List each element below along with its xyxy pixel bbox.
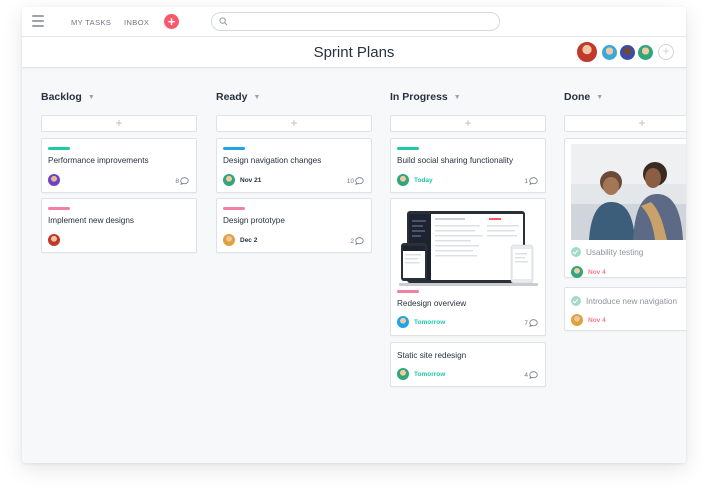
check-icon[interactable] (571, 296, 581, 306)
comment-count: 1 (524, 175, 538, 185)
chevron-down-icon[interactable]: ▼ (254, 94, 261, 101)
tag-pink (48, 207, 70, 210)
tag-pink (223, 207, 245, 210)
avatar (48, 174, 60, 186)
avatar[interactable] (619, 44, 636, 61)
tag-pink (397, 290, 419, 293)
comment-count: 10 (347, 175, 364, 185)
due-date: Nov 4 (588, 317, 606, 324)
task-title: Introduce new navigation (586, 297, 678, 306)
column-ready: Ready ▼ + Design navigation changes Nov 2… (216, 91, 372, 253)
due-date: Dec 2 (240, 237, 258, 244)
chevron-down-icon[interactable]: ▼ (88, 94, 95, 101)
tag-green (397, 147, 419, 150)
nav-my-tasks[interactable]: MY TASKS (71, 18, 111, 27)
comment-icon (529, 319, 538, 327)
add-task-button[interactable]: + (216, 115, 372, 132)
task-card[interactable]: Introduce new navigation Nov 4 (564, 287, 686, 331)
avatar (397, 368, 409, 380)
column-header[interactable]: Ready ▼ (216, 91, 372, 105)
avatar[interactable] (575, 40, 599, 64)
menu-icon[interactable] (32, 15, 44, 27)
due-date: Tomorrow (414, 319, 446, 326)
avatar (397, 316, 409, 328)
comment-icon (529, 177, 538, 185)
comment-count: 8 (175, 175, 189, 185)
comment-icon (529, 371, 538, 379)
task-card[interactable]: Implement new designs (41, 198, 197, 253)
add-member-button[interactable]: + (658, 44, 674, 60)
task-card[interactable]: Design prototype Dec 2 2 (216, 198, 372, 253)
column-title: In Progress (390, 91, 448, 103)
column-header[interactable]: Done ▼ (564, 91, 686, 105)
tag-green (48, 147, 70, 150)
tag-blue (223, 147, 245, 150)
comment-count: 2 (350, 235, 364, 245)
search-input[interactable] (211, 12, 500, 31)
column-title: Backlog (41, 91, 82, 103)
task-card[interactable]: Design navigation changes Nov 21 10 (216, 138, 372, 193)
top-bar: MY TASKS INBOX + (22, 7, 686, 37)
search-icon (219, 17, 228, 26)
avatar (223, 174, 235, 186)
app-screenshot-thumbnail (399, 211, 538, 286)
task-title: Build social sharing functionality (397, 156, 514, 165)
column-title: Ready (216, 91, 248, 103)
nav-inbox[interactable]: INBOX (124, 18, 149, 27)
avatar[interactable] (637, 44, 654, 61)
office-photo (571, 144, 686, 240)
task-card[interactable]: Build social sharing functionality Today… (390, 138, 546, 193)
add-task-button[interactable]: + (390, 115, 546, 132)
task-title: Usability testing (586, 248, 644, 257)
column-header[interactable]: In Progress ▼ (390, 91, 546, 105)
comment-count: 4 (524, 369, 538, 379)
avatar (223, 234, 235, 246)
due-date: Today (414, 177, 433, 184)
app-window: MY TASKS INBOX + Sprint Plans + Backlog ▼… (22, 7, 686, 463)
chevron-down-icon[interactable]: ▼ (454, 94, 461, 101)
avatar (571, 314, 583, 326)
task-title: Implement new designs (48, 216, 135, 225)
column-in-progress: In Progress ▼ + Build social sharing func… (390, 91, 546, 387)
comment-count: 7 (524, 317, 538, 327)
due-date: Nov 21 (240, 177, 262, 184)
task-card[interactable]: Performance improvements 8 (41, 138, 197, 193)
avatar (571, 266, 583, 278)
quick-add-button[interactable]: + (164, 14, 179, 29)
project-header: Sprint Plans + (22, 37, 686, 68)
add-task-button[interactable]: + (564, 115, 686, 132)
task-title: Performance improvements (48, 156, 149, 165)
task-title: Static site redesign (397, 351, 467, 360)
task-card[interactable]: Static site redesign Tomorrow 4 (390, 342, 546, 387)
task-title: Redesign overview (397, 299, 467, 308)
chevron-down-icon[interactable]: ▼ (596, 94, 603, 101)
column-header[interactable]: Backlog ▼ (41, 91, 197, 105)
task-card[interactable]: Usability testing Nov 4 (564, 138, 686, 278)
comment-icon (355, 237, 364, 245)
avatar (397, 174, 409, 186)
comment-icon (355, 177, 364, 185)
due-date: Tomorrow (414, 371, 446, 378)
column-title: Done (564, 91, 591, 103)
due-date: Nov 4 (588, 269, 606, 276)
comment-icon (180, 177, 189, 185)
avatar[interactable] (601, 44, 618, 61)
column-backlog: Backlog ▼ + Performance improvements 8 Im… (41, 91, 197, 253)
column-done: Done ▼ + Usability testing Nov 4 Introdu… (564, 91, 686, 331)
check-icon[interactable] (571, 247, 581, 257)
task-title: Design prototype (223, 216, 285, 225)
task-title: Design navigation changes (223, 156, 322, 165)
task-card[interactable]: Redesign overview Tomorrow 7 (390, 198, 546, 336)
avatar (48, 234, 60, 246)
add-task-button[interactable]: + (41, 115, 197, 132)
